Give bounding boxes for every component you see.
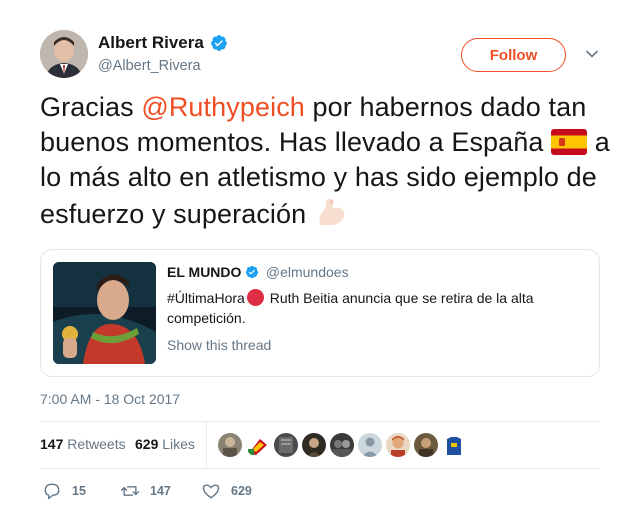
liker-avatar[interactable] xyxy=(386,433,410,457)
liker-avatar[interactable] xyxy=(358,433,382,457)
quoted-author-name[interactable]: EL MUNDO xyxy=(167,264,241,280)
retweet-count: 147 xyxy=(150,484,171,498)
show-thread-link[interactable]: Show this thread xyxy=(167,337,587,353)
liker-avatar[interactable] xyxy=(330,433,354,457)
author-avatar[interactable] xyxy=(40,30,88,78)
divider xyxy=(40,468,600,469)
tweet-actions: 15 147 629 xyxy=(40,481,600,501)
quoted-tweet-card[interactable]: EL MUNDO @elmundoes #ÚltimaHora Ruth Bei… xyxy=(40,249,600,377)
stats-separator xyxy=(206,422,207,468)
liker-avatar[interactable] xyxy=(274,433,298,457)
hashtag-link[interactable]: #ÚltimaHora xyxy=(167,290,245,306)
likes-label: Likes xyxy=(162,436,195,452)
quoted-tweet-text: #ÚltimaHora Ruth Beitia anuncia que se r… xyxy=(167,288,587,328)
liker-avatar[interactable] xyxy=(218,433,242,457)
retweets-label: Retweets xyxy=(67,436,126,452)
likes-stat[interactable]: 629 Likes xyxy=(135,436,195,452)
retweet-icon xyxy=(120,486,140,496)
retweets-count: 147 xyxy=(40,436,64,452)
liker-avatar[interactable] xyxy=(246,433,270,457)
liker-avatar[interactable] xyxy=(414,433,438,457)
mention-link[interactable]: @Ruthypeich xyxy=(141,92,305,122)
verified-badge-icon xyxy=(246,265,259,279)
red-circle-icon xyxy=(246,289,264,306)
flexed-biceps-icon xyxy=(319,198,345,225)
tweet-timestamp[interactable]: 7:00 AM - 18 Oct 2017 xyxy=(40,391,180,407)
reply-icon xyxy=(44,483,60,500)
quoted-author-handle[interactable]: @elmundoes xyxy=(266,264,349,280)
liker-avatar[interactable] xyxy=(302,433,326,457)
author-handle[interactable]: @Albert_Rivera xyxy=(98,58,228,74)
retweets-stat[interactable]: 147 Retweets xyxy=(40,436,126,452)
like-count: 629 xyxy=(231,484,252,498)
retweet-button[interactable]: 147 xyxy=(120,481,171,501)
like-button[interactable]: 629 xyxy=(201,481,252,501)
liker-avatar[interactable] xyxy=(442,433,466,457)
likes-count: 629 xyxy=(135,436,159,452)
reply-button[interactable]: 15 xyxy=(42,481,86,501)
reply-count: 15 xyxy=(72,484,86,498)
quoted-tweet-image[interactable] xyxy=(53,262,156,364)
heart-icon xyxy=(202,484,220,499)
verified-badge-icon xyxy=(210,35,227,51)
chevron-down-icon[interactable] xyxy=(584,46,600,62)
follow-button[interactable]: Follow xyxy=(461,38,566,72)
tweet-header: Albert Rivera @Albert_Rivera Follow xyxy=(40,30,605,80)
author-name[interactable]: Albert Rivera xyxy=(98,33,204,53)
tweet-text-part: Gracias xyxy=(40,92,142,122)
likers-list xyxy=(218,433,466,457)
tweet-stats: 147 Retweets 629 Likes xyxy=(40,422,600,468)
tweet-text: Gracias @Ruthypeich por habernos dado ta… xyxy=(40,90,610,232)
spain-flag-icon xyxy=(551,129,588,155)
